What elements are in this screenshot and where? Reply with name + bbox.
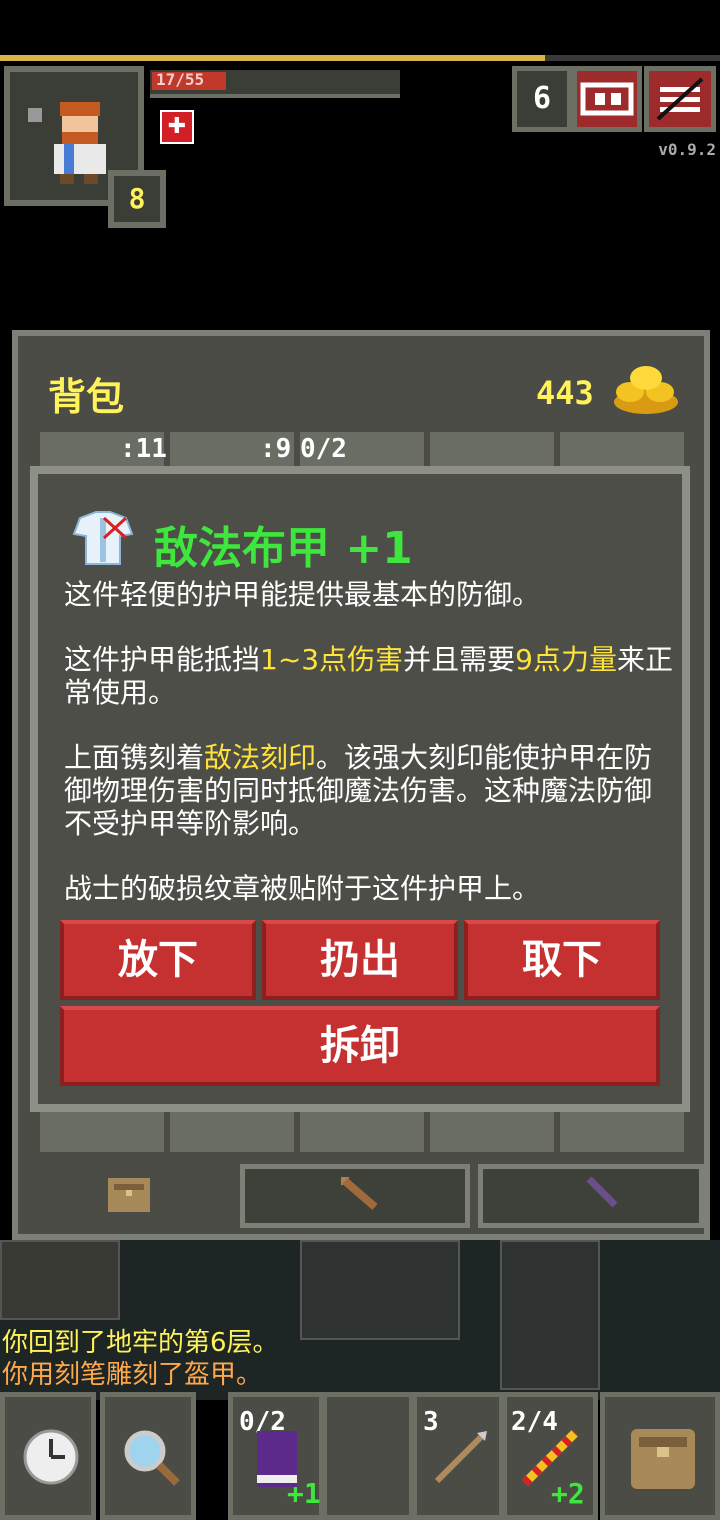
quickslot-2[interactable] (322, 1392, 414, 1520)
inventory-slot[interactable] (40, 1112, 164, 1152)
health-text: 17/55 (156, 70, 205, 89)
slot-count: :11 (120, 434, 167, 464)
scroll-holder-icon (586, 1176, 618, 1208)
search-icon (124, 1430, 180, 1486)
desc-paragraph-1: 这件轻便的护甲能提供最基本的防御。 (64, 578, 541, 611)
clock-icon (23, 1429, 79, 1485)
journal-icon (580, 82, 634, 116)
backpack-button[interactable] (600, 1392, 720, 1520)
menu-icon (656, 77, 704, 121)
inventory-title: 背包 (48, 375, 125, 419)
experience-bar (0, 55, 720, 61)
tab-backpack[interactable] (18, 1158, 230, 1234)
version-label: v0.9.2 (658, 140, 716, 159)
item-title: 敌法布甲 +1 (154, 523, 413, 574)
quickslot-bonus: +2 (551, 1477, 585, 1510)
quickslot-3[interactable]: 3 (412, 1392, 504, 1520)
log-line: 你用刻笔雕刻了盔甲。 (2, 1360, 263, 1390)
drop-button[interactable]: 放下 (60, 920, 256, 1000)
slot-count: :9 (260, 434, 292, 464)
health-bar: 17/55 (150, 70, 400, 98)
wait-button[interactable] (0, 1392, 96, 1520)
hero-level: 8 (108, 170, 166, 228)
inventory-slot[interactable] (300, 1112, 424, 1152)
quickslot-bonus: +1 (287, 1477, 321, 1510)
backpack-icon (108, 1178, 150, 1212)
gold-pile-icon (614, 366, 678, 414)
search-button[interactable] (100, 1392, 196, 1520)
desc-paragraph-2: 这件护甲能抵挡1~3点伤害并且需要9点力量来正常使用。 (64, 643, 673, 709)
desc-paragraph-3: 上面镌刻着敌法刻印。该强大刻印能使护甲在防御物理伤害的同时抵御魔法伤害。这种魔法… (64, 741, 653, 840)
item-description: 这件轻便的护甲能提供最基本的防御。 这件护甲能抵挡1~3点伤害并且需要9点力量来… (64, 578, 674, 937)
item-info-dialog: 敌法布甲 +1 这件轻便的护甲能提供最基本的防御。 这件护甲能抵挡1~3点伤害并… (30, 466, 690, 1112)
desc-paragraph-4: 战士的破损纹章被贴附于这件护甲上。 (64, 872, 541, 905)
slot-count: 0/2 (300, 434, 347, 464)
tab-bag-2[interactable] (240, 1164, 470, 1228)
menu-button[interactable] (644, 66, 716, 132)
cloth-armor-icon (72, 511, 134, 565)
tab-bag-3[interactable] (478, 1164, 704, 1228)
quickslot-1[interactable]: 0/2 +1 (228, 1392, 324, 1520)
quickslot-4[interactable]: 2/4 +2 (502, 1392, 598, 1520)
buff-icon[interactable]: ✚ (160, 110, 194, 144)
inventory-slot[interactable] (430, 1112, 554, 1152)
backpack-icon (631, 1429, 695, 1489)
inventory-slot[interactable] (170, 1112, 294, 1152)
detach-button[interactable]: 拆卸 (60, 1006, 660, 1086)
dart-icon (434, 1431, 487, 1484)
throw-button[interactable]: 扔出 (262, 920, 458, 1000)
gold-amount: 443 (536, 374, 594, 412)
depth-indicator[interactable]: 6 (512, 66, 572, 132)
unequip-button[interactable]: 取下 (464, 920, 660, 1000)
wand-holster-icon (341, 1177, 378, 1211)
journal-button[interactable] (572, 66, 642, 132)
inventory-slot[interactable] (560, 1112, 684, 1152)
